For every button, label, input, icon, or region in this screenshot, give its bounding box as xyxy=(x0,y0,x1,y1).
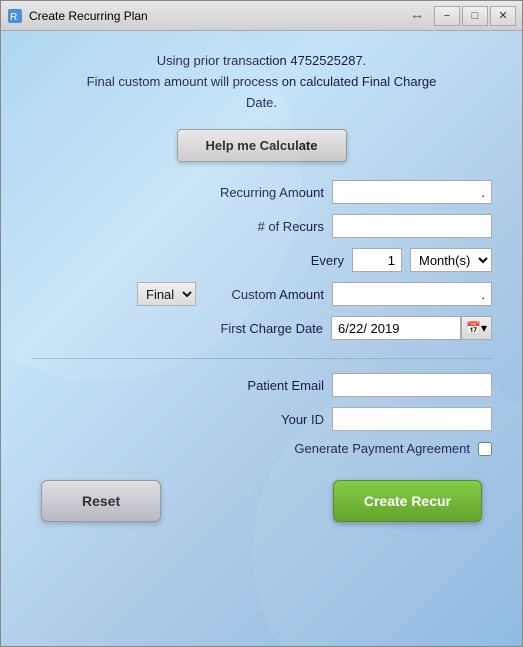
create-recur-button[interactable]: Create Recur xyxy=(333,480,482,522)
info-line2: Final custom amount will process on calc… xyxy=(87,72,437,93)
maximize-button[interactable]: □ xyxy=(462,6,488,26)
close-button[interactable]: ✕ xyxy=(490,6,516,26)
num-recurs-row: # of Recurs xyxy=(31,214,492,238)
main-content: Using prior transaction 4752525287. Fina… xyxy=(1,31,522,646)
first-charge-date-input[interactable] xyxy=(331,316,461,340)
first-charge-date-row: First Charge Date 📅▾ xyxy=(31,316,492,340)
info-text: Using prior transaction 4752525287. Fina… xyxy=(87,51,437,113)
svg-text:R: R xyxy=(10,12,17,23)
bottom-buttons: Reset Create Recur xyxy=(31,480,492,522)
your-id-label: Your ID xyxy=(204,412,324,427)
calendar-icon: 📅▾ xyxy=(466,321,487,335)
form-area-2: Patient Email Your ID Generate Payment A… xyxy=(31,373,492,456)
info-line3: Date. xyxy=(87,93,437,114)
window: R Create Recurring Plan ↔ − □ ✕ Using pr… xyxy=(0,0,523,647)
resize-icon: ↔ xyxy=(410,6,424,26)
help-calculate-button[interactable]: Help me Calculate xyxy=(177,129,347,162)
custom-amount-label: Custom Amount xyxy=(204,287,324,302)
every-row: Every Month(s) Week(s) Day(s) Year(s) xyxy=(31,248,492,272)
every-number-input[interactable] xyxy=(352,248,402,272)
num-recurs-input[interactable] xyxy=(332,214,492,238)
minimize-button[interactable]: − xyxy=(434,6,460,26)
patient-email-label: Patient Email xyxy=(204,378,324,393)
recurring-amount-label: Recurring Amount xyxy=(204,185,324,200)
first-charge-date-label: First Charge Date xyxy=(203,321,323,336)
custom-amount-input[interactable] xyxy=(332,282,492,306)
info-line1: Using prior transaction 4752525287. xyxy=(87,51,437,72)
your-id-row: Your ID xyxy=(31,407,492,431)
payment-agreement-row: Generate Payment Agreement xyxy=(31,441,492,456)
payment-agreement-label: Generate Payment Agreement xyxy=(294,441,470,456)
title-bar: R Create Recurring Plan ↔ − □ ✕ xyxy=(1,1,522,31)
date-picker-button[interactable]: 📅▾ xyxy=(461,316,492,340)
patient-email-row: Patient Email xyxy=(31,373,492,397)
date-wrapper: 📅▾ xyxy=(331,316,492,340)
final-custom-row: Final First Custom Amount xyxy=(31,282,492,306)
num-recurs-label: # of Recurs xyxy=(204,219,324,234)
every-label: Every xyxy=(224,253,344,268)
your-id-input[interactable] xyxy=(332,407,492,431)
final-select[interactable]: Final First xyxy=(137,282,196,306)
app-icon: R xyxy=(7,8,23,24)
form-area: Recurring Amount # of Recurs Every Month… xyxy=(31,180,492,340)
window-title: Create Recurring Plan xyxy=(29,9,410,23)
recurring-amount-row: Recurring Amount xyxy=(31,180,492,204)
payment-agreement-checkbox[interactable] xyxy=(478,442,492,456)
recurring-amount-input[interactable] xyxy=(332,180,492,204)
window-controls: ↔ − □ ✕ xyxy=(410,6,516,26)
reset-button[interactable]: Reset xyxy=(41,480,161,522)
patient-email-input[interactable] xyxy=(332,373,492,397)
every-period-select[interactable]: Month(s) Week(s) Day(s) Year(s) xyxy=(410,248,492,272)
divider xyxy=(31,358,492,359)
